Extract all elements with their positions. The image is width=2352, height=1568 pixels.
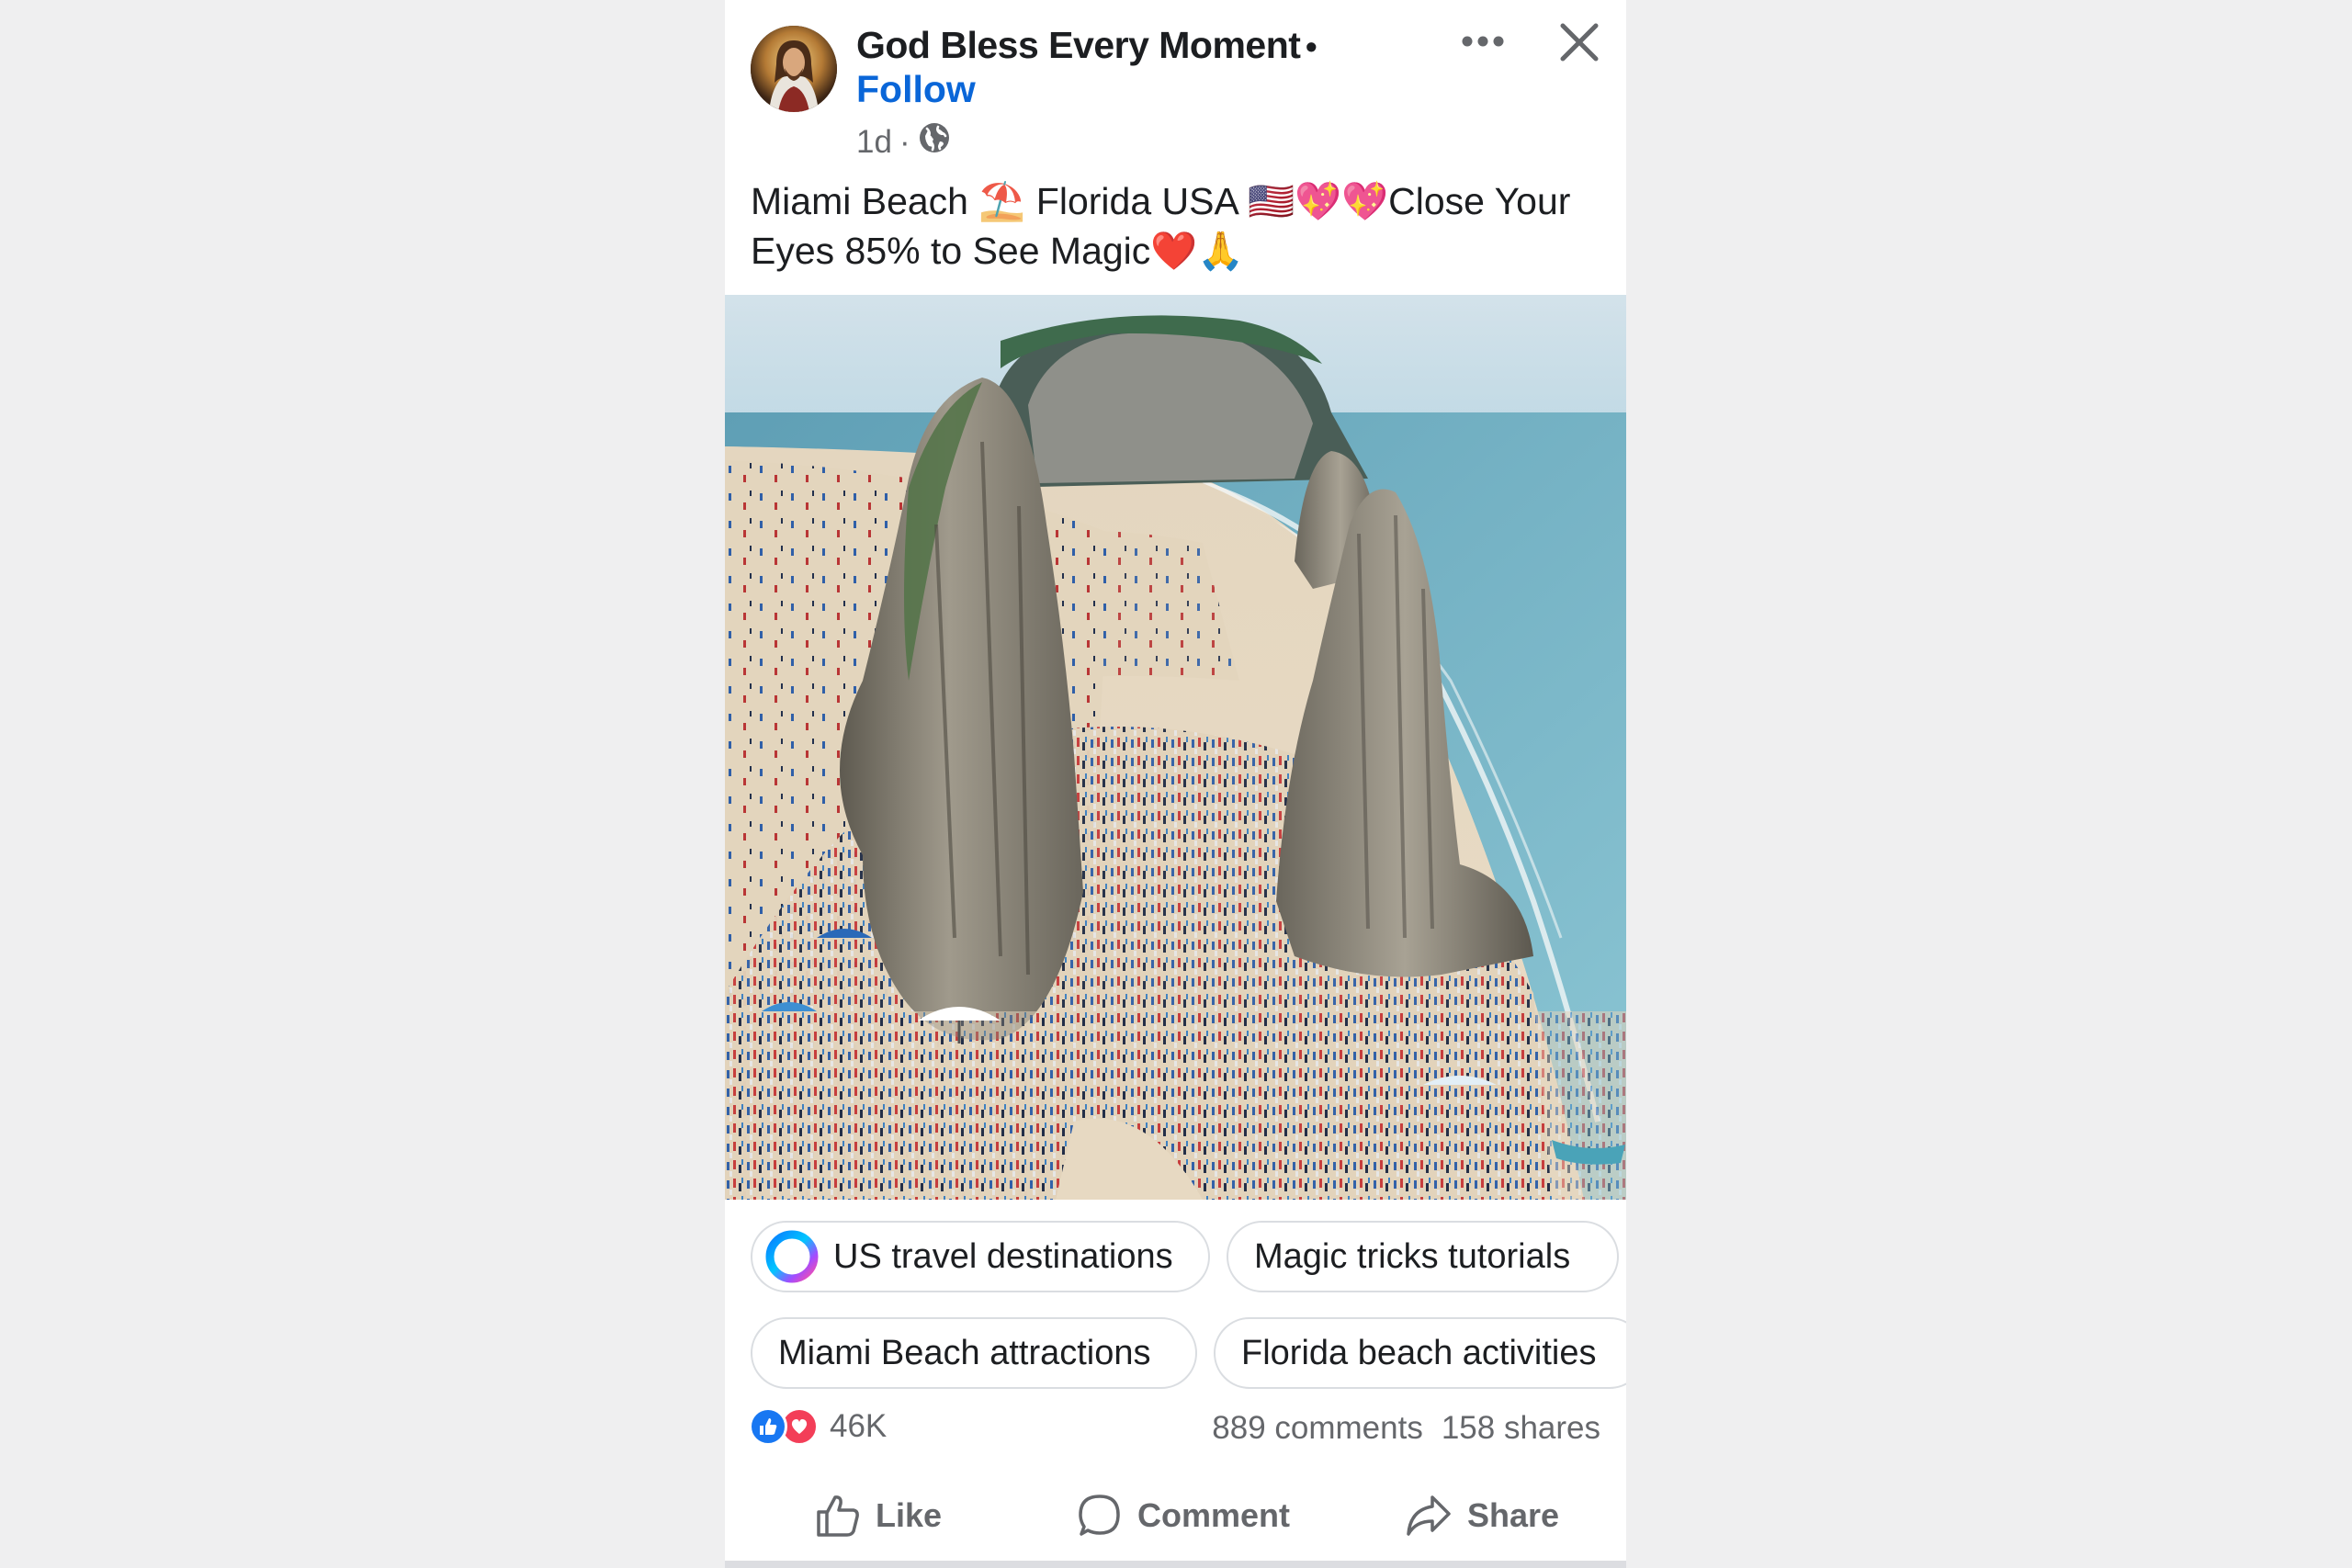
caption-line-2: Eyes 85% to See Magic❤️🙏 xyxy=(751,230,1245,272)
meta-ai-ring-icon xyxy=(763,1228,820,1285)
caption-line-1: Miami Beach ⛱️ Florida USA 🇺🇸💖💖Close You… xyxy=(751,180,1571,222)
close-icon xyxy=(1560,23,1599,62)
share-label: Share xyxy=(1467,1496,1560,1534)
post-photo[interactable] xyxy=(725,295,1626,1200)
globe-icon xyxy=(918,121,951,163)
like-label: Like xyxy=(876,1496,943,1534)
share-icon xyxy=(1407,1495,1451,1536)
comments-count[interactable]: 889 comments xyxy=(1212,1410,1423,1447)
post-meta: 1d · xyxy=(856,121,951,163)
suggestion-label: Magic tricks tutorials xyxy=(1254,1236,1571,1276)
suggestion-chip-us-travel[interactable]: US travel destinations xyxy=(751,1221,1210,1292)
card-divider xyxy=(725,1561,1626,1568)
comment-label: Comment xyxy=(1137,1496,1291,1534)
post-caption: Miami Beach ⛱️ Florida USA 🇺🇸💖💖Close You… xyxy=(751,176,1605,276)
comment-button[interactable]: Comment xyxy=(1077,1481,1290,1551)
post-time[interactable]: 1d xyxy=(856,124,892,161)
post-card: God Bless Every Moment • Follow 1d · Mia… xyxy=(725,0,1626,1568)
suggestion-label: Florida beach activities xyxy=(1241,1333,1597,1372)
suggestion-chip-florida-beach[interactable]: Florida beach activities xyxy=(1214,1317,1626,1389)
suggestion-chip-magic-tricks[interactable]: Magic tricks tutorials xyxy=(1227,1221,1619,1292)
like-button[interactable]: Like xyxy=(815,1481,942,1551)
more-options-button[interactable] xyxy=(1455,18,1510,64)
beach-photo xyxy=(725,295,1626,1200)
page-name[interactable]: God Bless Every Moment xyxy=(856,24,1301,67)
page-avatar[interactable] xyxy=(751,26,837,112)
follow-button[interactable]: Follow xyxy=(856,68,976,111)
suggestion-chip-miami-beach[interactable]: Miami Beach attractions xyxy=(751,1317,1197,1389)
comment-icon xyxy=(1079,1495,1120,1536)
thumbs-up-icon xyxy=(817,1495,859,1537)
suggestion-label: US travel destinations xyxy=(833,1236,1173,1276)
more-icon xyxy=(1462,36,1504,47)
reaction-count: 46K xyxy=(830,1408,888,1444)
reactions-summary[interactable]: 46K xyxy=(749,1407,887,1446)
like-reaction-icon xyxy=(749,1407,787,1446)
shares-count[interactable]: 158 shares xyxy=(1442,1410,1600,1447)
close-button[interactable] xyxy=(1552,15,1607,70)
share-button[interactable]: Share xyxy=(1405,1481,1559,1551)
suggestion-label: Miami Beach attractions xyxy=(778,1333,1151,1372)
meta-separator: · xyxy=(899,123,910,160)
name-separator: • xyxy=(1306,28,1317,65)
engagement-stats: 889 comments 158 shares xyxy=(1212,1410,1600,1447)
